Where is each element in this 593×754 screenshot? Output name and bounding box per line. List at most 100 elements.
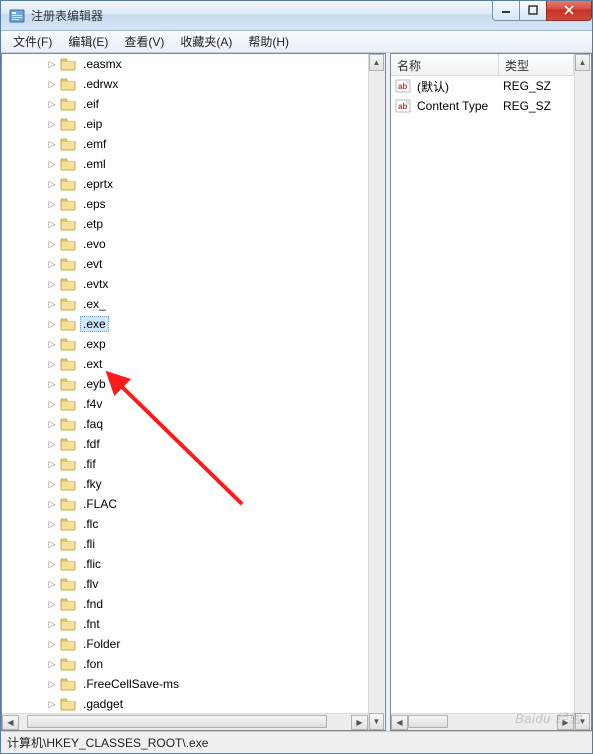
chevron-right-icon[interactable]: ▷	[46, 138, 58, 150]
tree-node[interactable]: ▷.eml	[2, 154, 368, 174]
chevron-right-icon[interactable]: ▷	[46, 278, 58, 290]
list-pane: 名称 类型 ab(默认)REG_SZabContent TypeREG_SZ ◀…	[390, 53, 592, 731]
scroll-right-button[interactable]: ▶	[351, 715, 368, 730]
chevron-right-icon[interactable]: ▷	[46, 358, 58, 370]
tree-node[interactable]: ▷.fdf	[2, 434, 368, 454]
tree-node[interactable]: ▷.fnd	[2, 594, 368, 614]
chevron-right-icon[interactable]: ▷	[46, 598, 58, 610]
close-button[interactable]	[546, 1, 592, 21]
chevron-right-icon[interactable]: ▷	[46, 238, 58, 250]
tree-node[interactable]: ▷.FreeCellSave-ms	[2, 674, 368, 694]
tree-body[interactable]: ▷.easmx▷.edrwx▷.eif▷.eip▷.emf▷.eml▷.eprt…	[2, 54, 368, 713]
list-row[interactable]: abContent TypeREG_SZ	[391, 96, 574, 116]
chevron-right-icon[interactable]: ▷	[46, 578, 58, 590]
tree-node[interactable]: ▷.flv	[2, 574, 368, 594]
chevron-right-icon[interactable]: ▷	[46, 378, 58, 390]
chevron-right-icon[interactable]: ▷	[46, 658, 58, 670]
menu-favorites[interactable]: 收藏夹(A)	[172, 31, 240, 52]
scroll-down-button[interactable]: ▼	[369, 713, 384, 730]
maximize-button[interactable]	[519, 1, 547, 21]
column-header-name[interactable]: 名称	[391, 54, 499, 75]
menu-help[interactable]: 帮助(H)	[240, 31, 297, 52]
tree-node[interactable]: ▷.emf	[2, 134, 368, 154]
tree-node[interactable]: ▷.easmx	[2, 54, 368, 74]
chevron-right-icon[interactable]: ▷	[46, 498, 58, 510]
tree-node[interactable]: ▷.exe	[2, 314, 368, 334]
menu-view[interactable]: 查看(V)	[116, 31, 172, 52]
chevron-right-icon[interactable]: ▷	[46, 118, 58, 130]
tree-node[interactable]: ▷.exp	[2, 334, 368, 354]
tree-node[interactable]: ▷.eif	[2, 94, 368, 114]
list-row[interactable]: ab(默认)REG_SZ	[391, 76, 574, 96]
titlebar[interactable]: 注册表编辑器	[1, 1, 592, 31]
tree-node[interactable]: ▷.eyb	[2, 374, 368, 394]
chevron-right-icon[interactable]: ▷	[46, 458, 58, 470]
tree-node[interactable]: ▷.fli	[2, 534, 368, 554]
tree-node[interactable]: ▷.ext	[2, 354, 368, 374]
list-body[interactable]: ab(默认)REG_SZabContent TypeREG_SZ	[391, 76, 574, 713]
scroll-left-button[interactable]: ◀	[2, 715, 19, 730]
scroll-track[interactable]	[575, 71, 590, 713]
chevron-right-icon[interactable]: ▷	[46, 538, 58, 550]
chevron-right-icon[interactable]: ▷	[46, 518, 58, 530]
minimize-button[interactable]	[492, 1, 520, 21]
tree-node[interactable]: ▷.fnt	[2, 614, 368, 634]
chevron-right-icon[interactable]: ▷	[46, 338, 58, 350]
tree-vscrollbar[interactable]: ▲ ▼	[368, 54, 385, 730]
list-hscrollbar[interactable]: ◀ ▶	[391, 713, 574, 730]
chevron-right-icon[interactable]: ▷	[46, 698, 58, 710]
column-header-type[interactable]: 类型	[499, 54, 574, 75]
tree-node[interactable]: ▷.Folder	[2, 634, 368, 654]
chevron-right-icon[interactable]: ▷	[46, 198, 58, 210]
tree-node[interactable]: ▷.eprtx	[2, 174, 368, 194]
chevron-right-icon[interactable]: ▷	[46, 678, 58, 690]
chevron-right-icon[interactable]: ▷	[46, 558, 58, 570]
scroll-thumb[interactable]	[408, 715, 448, 728]
tree-node[interactable]: ▷.etp	[2, 214, 368, 234]
chevron-right-icon[interactable]: ▷	[46, 78, 58, 90]
tree-hscrollbar[interactable]: ◀ ▶	[2, 713, 368, 730]
scroll-left-button[interactable]: ◀	[391, 715, 408, 730]
tree-node[interactable]: ▷.faq	[2, 414, 368, 434]
chevron-right-icon[interactable]: ▷	[46, 478, 58, 490]
tree-node[interactable]: ▷.fon	[2, 654, 368, 674]
scroll-right-button[interactable]: ▶	[557, 715, 574, 730]
chevron-right-icon[interactable]: ▷	[46, 418, 58, 430]
chevron-right-icon[interactable]: ▷	[46, 618, 58, 630]
chevron-right-icon[interactable]: ▷	[46, 438, 58, 450]
scroll-down-button[interactable]: ▼	[575, 713, 590, 730]
tree-node[interactable]: ▷.fif	[2, 454, 368, 474]
tree-node[interactable]: ▷.flc	[2, 514, 368, 534]
tree-node[interactable]: ▷.gadget	[2, 694, 368, 713]
chevron-right-icon[interactable]: ▷	[46, 258, 58, 270]
tree-node[interactable]: ▷.evt	[2, 254, 368, 274]
scroll-thumb[interactable]	[27, 715, 327, 728]
chevron-right-icon[interactable]: ▷	[46, 318, 58, 330]
scroll-track[interactable]	[408, 715, 557, 730]
chevron-right-icon[interactable]: ▷	[46, 398, 58, 410]
scroll-track[interactable]	[369, 71, 384, 713]
chevron-right-icon[interactable]: ▷	[46, 218, 58, 230]
tree-node[interactable]: ▷.FLAC	[2, 494, 368, 514]
tree-node[interactable]: ▷.edrwx	[2, 74, 368, 94]
chevron-right-icon[interactable]: ▷	[46, 158, 58, 170]
chevron-right-icon[interactable]: ▷	[46, 638, 58, 650]
scroll-up-button[interactable]: ▲	[575, 54, 590, 71]
tree-node[interactable]: ▷.evtx	[2, 274, 368, 294]
chevron-right-icon[interactable]: ▷	[46, 178, 58, 190]
tree-node[interactable]: ▷.eip	[2, 114, 368, 134]
tree-node[interactable]: ▷.f4v	[2, 394, 368, 414]
scroll-track[interactable]	[19, 715, 351, 730]
chevron-right-icon[interactable]: ▷	[46, 98, 58, 110]
chevron-right-icon[interactable]: ▷	[46, 298, 58, 310]
tree-node[interactable]: ▷.fky	[2, 474, 368, 494]
scroll-up-button[interactable]: ▲	[369, 54, 384, 71]
tree-node[interactable]: ▷.ex_	[2, 294, 368, 314]
list-vscrollbar[interactable]: ▲ ▼	[574, 54, 591, 730]
tree-node[interactable]: ▷.evo	[2, 234, 368, 254]
tree-node[interactable]: ▷.flic	[2, 554, 368, 574]
tree-node[interactable]: ▷.eps	[2, 194, 368, 214]
chevron-right-icon[interactable]: ▷	[46, 58, 58, 70]
menu-file[interactable]: 文件(F)	[5, 31, 60, 52]
menu-edit[interactable]: 编辑(E)	[60, 31, 116, 52]
